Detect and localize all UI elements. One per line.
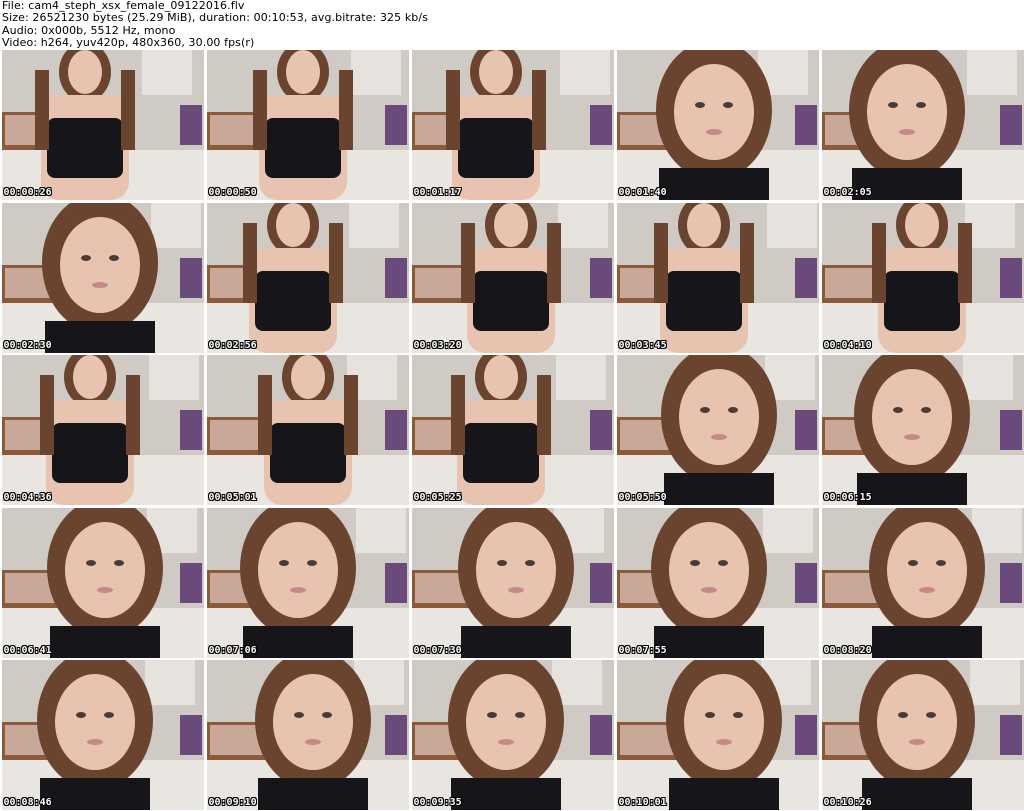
frame-image bbox=[206, 507, 409, 658]
frame-timestamp: 00:05:01 bbox=[208, 492, 257, 503]
frame-image bbox=[411, 507, 614, 658]
frame-image bbox=[411, 50, 614, 200]
frame-timestamp: 00:04:36 bbox=[3, 492, 52, 503]
video-frame-thumbnail: 00:04:36 bbox=[1, 355, 204, 505]
frame-image bbox=[206, 50, 409, 200]
audio-info-line: Audio: 0x000b, 5512 Hz, mono bbox=[2, 24, 176, 37]
video-frame-thumbnail: 00:09:35 bbox=[411, 660, 614, 810]
frame-timestamp: 00:04:10 bbox=[823, 339, 872, 351]
frame-image bbox=[206, 202, 409, 353]
video-frame-thumbnail: 00:02:05 bbox=[821, 50, 1024, 200]
frame-timestamp: 00:10:01 bbox=[618, 797, 667, 808]
video-frame-thumbnail: 00:09:10 bbox=[206, 660, 409, 810]
frame-timestamp: 00:10:26 bbox=[823, 797, 872, 808]
frame-timestamp: 00:01:40 bbox=[618, 187, 667, 198]
frame-image bbox=[1, 660, 204, 810]
video-frame-thumbnail: 00:02:30 bbox=[1, 202, 204, 353]
thumbnail-grid: 00:00:26 00:00:50 00:01:17 00:01:40 00:02:05… bbox=[0, 50, 1024, 811]
video-frame-thumbnail: 00:04:10 bbox=[821, 202, 1024, 353]
frame-image bbox=[1, 202, 204, 353]
video-frame-thumbnail: 00:07:55 bbox=[616, 507, 819, 658]
frame-timestamp: 00:00:26 bbox=[3, 187, 52, 198]
frame-image bbox=[411, 202, 614, 353]
video-info-line: Video: h264, yuv420p, 480x360, 30.00 fps… bbox=[2, 37, 255, 50]
frame-timestamp: 00:02:05 bbox=[823, 187, 872, 198]
frame-timestamp: 00:08:46 bbox=[3, 797, 52, 808]
video-frame-thumbnail: 00:00:26 bbox=[1, 50, 204, 200]
frame-timestamp: 00:03:45 bbox=[618, 339, 667, 351]
file-size-line: Size: 26521230 bytes (25.29 MiB), durati… bbox=[2, 12, 429, 25]
frame-timestamp: 00:00:50 bbox=[208, 187, 257, 198]
video-frame-thumbnail: 00:05:50 bbox=[616, 355, 819, 505]
frame-image bbox=[821, 50, 1024, 200]
video-frame-thumbnail: 00:07:30 bbox=[411, 507, 614, 658]
video-frame-thumbnail: 00:06:41 bbox=[1, 507, 204, 658]
video-frame-thumbnail: 00:03:45 bbox=[616, 202, 819, 353]
frame-image bbox=[616, 660, 819, 810]
frame-image bbox=[206, 660, 409, 810]
frame-image bbox=[1, 355, 204, 505]
frame-image bbox=[616, 202, 819, 353]
video-frame-thumbnail: 00:01:40 bbox=[616, 50, 819, 200]
video-frame-thumbnail: 00:00:50 bbox=[206, 50, 409, 200]
frame-timestamp: 00:06:15 bbox=[823, 492, 872, 503]
frame-timestamp: 00:09:10 bbox=[208, 797, 257, 808]
video-frame-thumbnail: 00:05:25 bbox=[411, 355, 614, 505]
video-frame-thumbnail: 00:03:20 bbox=[411, 202, 614, 353]
frame-image bbox=[411, 355, 614, 505]
video-frame-thumbnail: 00:07:06 bbox=[206, 507, 409, 658]
frame-image bbox=[821, 660, 1024, 810]
frame-timestamp: 00:03:20 bbox=[413, 339, 462, 351]
video-frame-thumbnail: 00:01:17 bbox=[411, 50, 614, 200]
frame-timestamp: 00:05:25 bbox=[413, 492, 462, 503]
frame-timestamp: 00:09:35 bbox=[413, 797, 462, 808]
frame-timestamp: 00:05:50 bbox=[618, 492, 667, 503]
frame-timestamp: 00:08:20 bbox=[823, 644, 872, 656]
file-info-header: File: cam4_steph_xsx_female_09122016.flv… bbox=[2, 0, 1022, 50]
frame-image bbox=[616, 355, 819, 505]
frame-image bbox=[821, 202, 1024, 353]
frame-timestamp: 00:02:30 bbox=[3, 339, 52, 351]
video-frame-thumbnail: 00:05:01 bbox=[206, 355, 409, 505]
video-frame-thumbnail: 00:08:20 bbox=[821, 507, 1024, 658]
video-frame-thumbnail: 00:02:56 bbox=[206, 202, 409, 353]
video-frame-thumbnail: 00:10:26 bbox=[821, 660, 1024, 810]
frame-timestamp: 00:07:55 bbox=[618, 644, 667, 656]
frame-image bbox=[821, 507, 1024, 658]
frame-timestamp: 00:01:17 bbox=[413, 187, 462, 198]
frame-image bbox=[616, 507, 819, 658]
frame-image bbox=[1, 507, 204, 658]
video-frame-thumbnail: 00:08:46 bbox=[1, 660, 204, 810]
video-frame-thumbnail: 00:10:01 bbox=[616, 660, 819, 810]
frame-timestamp: 00:07:30 bbox=[413, 644, 462, 656]
frame-timestamp: 00:06:41 bbox=[3, 644, 52, 656]
file-name-line: File: cam4_steph_xsx_female_09122016.flv bbox=[2, 0, 245, 12]
frame-image bbox=[411, 660, 614, 810]
frame-image bbox=[616, 50, 819, 200]
frame-timestamp: 00:07:06 bbox=[208, 644, 257, 656]
frame-image bbox=[1, 50, 204, 200]
video-frame-thumbnail: 00:06:15 bbox=[821, 355, 1024, 505]
frame-timestamp: 00:02:56 bbox=[208, 339, 257, 351]
frame-image bbox=[206, 355, 409, 505]
frame-image bbox=[821, 355, 1024, 505]
